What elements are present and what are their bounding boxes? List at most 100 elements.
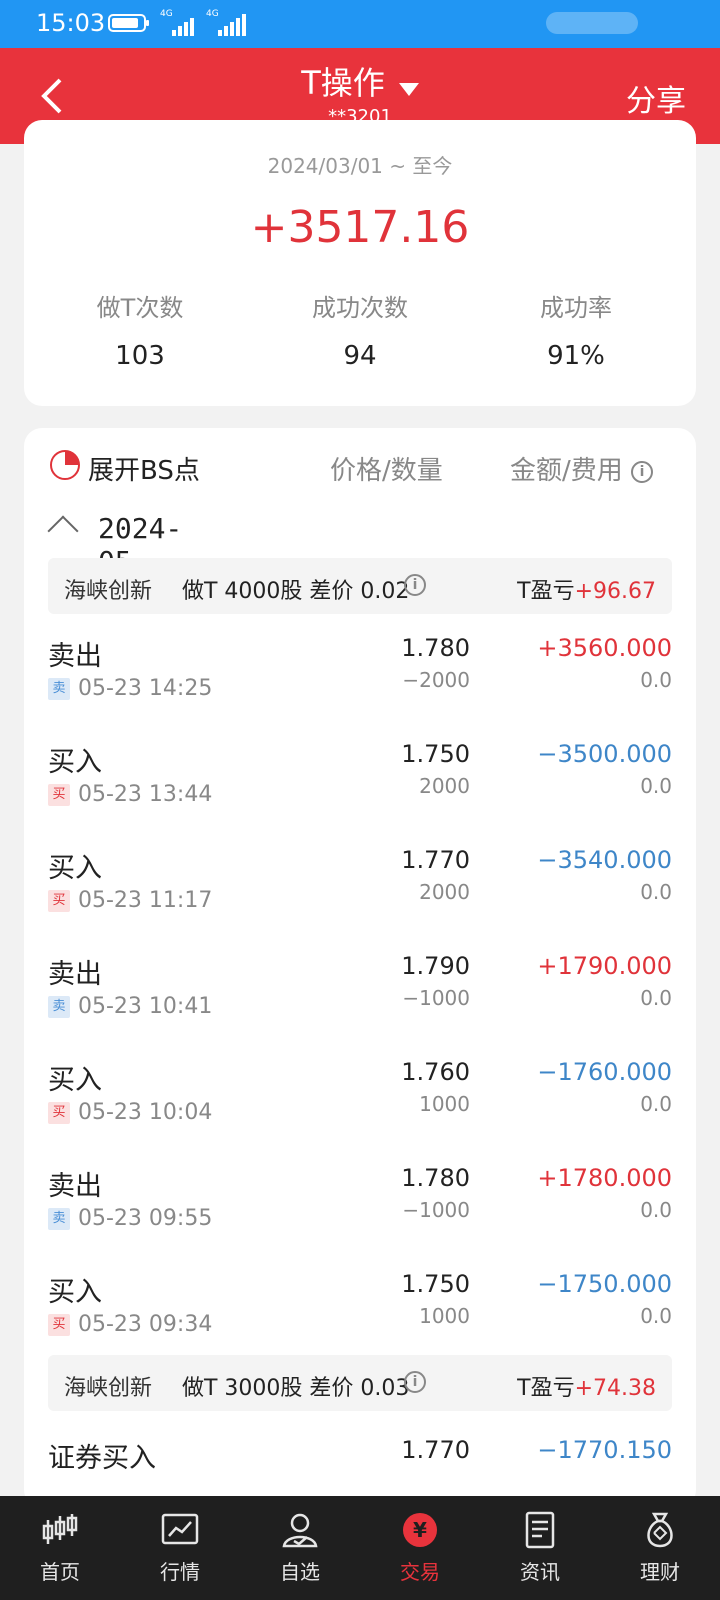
stat-value: 94 <box>343 341 377 371</box>
transaction-side: 买入 <box>48 1065 102 1096</box>
bottom-tab-bar: 首页 行情 自选 ¥ 交易 资讯 理财 <box>0 1496 720 1600</box>
transaction-quantity: −2000 <box>402 668 470 692</box>
buy-badge: 买 <box>48 784 70 806</box>
info-icon[interactable]: i <box>404 1371 426 1393</box>
total-profit: +3517.16 <box>250 202 470 253</box>
chart-icon <box>161 1513 199 1545</box>
transaction-row[interactable]: 买入买 05-23 09:34 1.750 1000 −1750.000 0.0 <box>24 1258 696 1364</box>
svg-text:¥: ¥ <box>413 1518 427 1542</box>
transaction-price: 1.780 <box>401 634 470 662</box>
transaction-price: 1.780 <box>401 1164 470 1192</box>
trade-group-header: 海峡创新 做T 3000股 差价 0.03 i T盈亏+74.38 <box>48 1355 672 1411</box>
transaction-quantity: 2000 <box>419 774 470 798</box>
transaction-fee: 0.0 <box>640 880 672 904</box>
tab-home[interactable]: 首页 <box>0 1496 120 1600</box>
transaction-row[interactable]: 买入买 05-23 13:44 1.750 2000 −3500.000 0.0 <box>24 728 696 834</box>
tab-label: 行情 <box>160 1560 200 1584</box>
transaction-amount: +1780.000 <box>537 1164 672 1192</box>
transaction-time: 05-23 11:17 <box>78 888 213 913</box>
stat-successes: 成功次数 94 <box>248 288 472 371</box>
transaction-side: 卖出 <box>48 1171 102 1202</box>
transaction-amount: −3500.000 <box>537 740 672 768</box>
candlestick-icon <box>42 1514 78 1544</box>
transaction-price: 1.750 <box>401 1270 470 1298</box>
share-button[interactable]: 分享 <box>626 76 686 120</box>
transaction-fee: 0.0 <box>640 1198 672 1222</box>
stat-trades: 做T次数 103 <box>28 288 252 371</box>
stat-value: 103 <box>115 341 165 371</box>
info-icon[interactable]: i <box>404 574 426 596</box>
transaction-time: 05-23 09:34 <box>78 1312 213 1337</box>
transaction-price: 1.750 <box>401 740 470 768</box>
transaction-row[interactable]: 卖出卖 05-23 09:55 1.780 −1000 +1780.000 0.0 <box>24 1152 696 1258</box>
tab-wealth[interactable]: 理财 <box>600 1496 720 1600</box>
title-selector[interactable]: T操作 <box>0 58 720 104</box>
transaction-quantity: −1000 <box>402 986 470 1010</box>
transaction-time: 05-23 10:04 <box>78 1100 213 1125</box>
tab-label: 交易 <box>400 1560 440 1584</box>
summary-card: 2024/03/01 ~ 至今 +3517.16 做T次数 103 成功次数 9… <box>24 120 696 406</box>
stat-value: 91% <box>547 341 605 371</box>
transaction-fee: 0.0 <box>640 1092 672 1116</box>
sell-badge: 卖 <box>48 1208 70 1230</box>
transaction-price: 1.770 <box>401 1436 470 1464</box>
group-profit: T盈亏+96.67 <box>517 579 656 604</box>
tab-market[interactable]: 行情 <box>120 1496 240 1600</box>
group-profit: T盈亏+74.38 <box>517 1376 656 1401</box>
transaction-time: 05-23 14:25 <box>78 676 213 701</box>
status-time: 15:03 <box>36 9 106 37</box>
transaction-side: 买入 <box>48 1277 102 1308</box>
trade-list-card: 展开BS点 价格/数量 金额/费用 i 2024-05 海峡创新 做T 4000… <box>24 428 696 1508</box>
chevron-up-icon <box>47 515 79 547</box>
stat-label: 做T次数 <box>96 294 184 322</box>
transaction-quantity: 1000 <box>419 1304 470 1328</box>
status-notification-area <box>546 12 638 34</box>
buy-badge: 买 <box>48 890 70 912</box>
status-bar: 15:03 4G 4G <box>0 0 720 48</box>
buy-badge: 买 <box>48 1314 70 1336</box>
tab-trade[interactable]: ¥ 交易 <box>360 1496 480 1600</box>
document-icon <box>525 1511 555 1549</box>
transaction-amount: −1750.000 <box>537 1270 672 1298</box>
transaction-amount: −3540.000 <box>537 846 672 874</box>
pie-chart-icon[interactable] <box>50 450 80 480</box>
money-bag-icon <box>647 1512 673 1548</box>
info-icon[interactable]: i <box>631 460 654 483</box>
transaction-row[interactable]: 卖出卖 05-23 10:41 1.790 −1000 +1790.000 0.0 <box>24 940 696 1046</box>
column-header-amount: 金额/费用 i <box>510 450 654 487</box>
tab-watchlist[interactable]: 自选 <box>240 1496 360 1600</box>
stat-label: 成功次数 <box>312 294 408 322</box>
transaction-fee: 0.0 <box>640 774 672 798</box>
transaction-time: 05-23 10:41 <box>78 994 213 1019</box>
stock-name: 海峡创新 <box>64 579 153 604</box>
transaction-amount: −1770.150 <box>537 1436 672 1464</box>
yuan-icon: ¥ <box>403 1513 437 1547</box>
tab-news[interactable]: 资讯 <box>480 1496 600 1600</box>
transaction-fee: 0.0 <box>640 668 672 692</box>
transaction-row[interactable]: 买入买 05-23 10:04 1.760 1000 −1760.000 0.0 <box>24 1046 696 1152</box>
column-header-price: 价格/数量 <box>330 456 443 486</box>
expand-bs-toggle[interactable]: 展开BS点 <box>88 450 200 487</box>
transaction-row[interactable]: 买入买 05-23 11:17 1.770 2000 −3540.000 0.0 <box>24 834 696 940</box>
transaction-price: 1.770 <box>401 846 470 874</box>
transaction-fee: 0.0 <box>640 986 672 1010</box>
tab-label: 理财 <box>640 1560 680 1584</box>
transaction-fee: 0.0 <box>640 1304 672 1328</box>
tab-label: 资讯 <box>520 1560 560 1584</box>
signal-icon-2: 4G <box>206 10 250 36</box>
battery-icon <box>108 14 149 32</box>
transaction-row[interactable]: 卖出卖 05-23 14:25 1.780 −2000 +3560.000 0.0 <box>24 622 696 728</box>
transaction-side: 买入 <box>48 853 102 884</box>
transaction-amount: +3560.000 <box>537 634 672 662</box>
group-description: 做T 4000股 差价 0.02 <box>182 579 410 604</box>
transaction-amount: −1760.000 <box>537 1058 672 1086</box>
sell-badge: 卖 <box>48 996 70 1018</box>
transaction-side: 卖出 <box>48 959 102 990</box>
person-icon <box>282 1513 318 1548</box>
group-description: 做T 3000股 差价 0.03 <box>182 1376 410 1401</box>
signal-icon: 4G <box>160 10 204 36</box>
stock-name: 海峡创新 <box>64 1376 153 1401</box>
trade-group-header: 海峡创新 做T 4000股 差价 0.02 i T盈亏+96.67 <box>48 558 672 614</box>
transaction-quantity: 1000 <box>419 1092 470 1116</box>
date-range[interactable]: 2024/03/01 ~ 至今 <box>24 150 696 179</box>
